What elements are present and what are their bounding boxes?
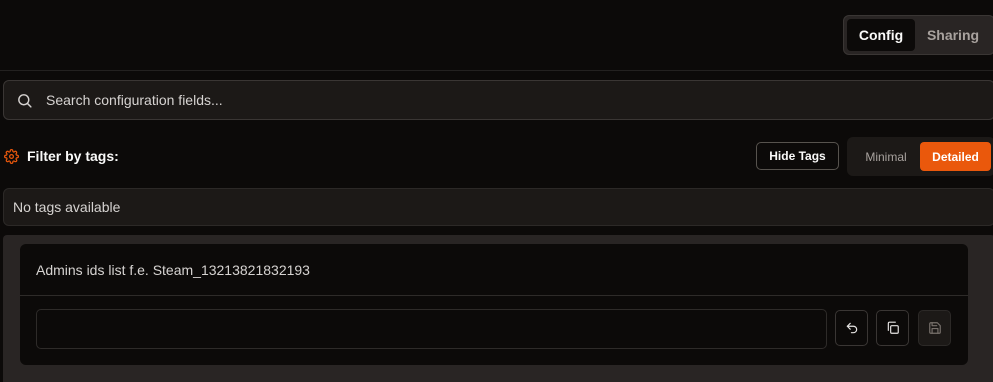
view-tabs: Config Sharing [843,15,993,55]
field-value-input[interactable] [36,309,827,349]
search-bar [3,80,993,120]
gear-icon [4,148,19,164]
hide-tags-button[interactable]: Hide Tags [756,142,839,170]
reset-button[interactable] [835,310,868,346]
filter-label: Filter by tags: [27,148,119,164]
config-field-card: Admins ids list f.e. Steam_1321382183219… [20,244,968,365]
tab-config[interactable]: Config [847,19,915,51]
undo-icon [846,322,857,334]
copy-button[interactable] [876,310,909,346]
tags-empty-state: No tags available [3,188,993,226]
search-input[interactable] [44,81,984,119]
filter-heading: Filter by tags: [4,146,119,166]
top-bar: Config Sharing [0,0,993,71]
field-description: Admins ids list f.e. Steam_1321382183219… [20,244,968,296]
mode-detailed-button[interactable]: Detailed [920,142,991,171]
search-icon [18,94,32,108]
copy-icon [887,321,899,334]
save-icon [928,322,941,334]
tab-sharing[interactable]: Sharing [915,19,991,51]
mode-minimal-button[interactable]: Minimal [852,142,920,171]
save-button[interactable] [918,310,951,346]
detail-mode-toggle: Minimal Detailed [847,137,993,176]
